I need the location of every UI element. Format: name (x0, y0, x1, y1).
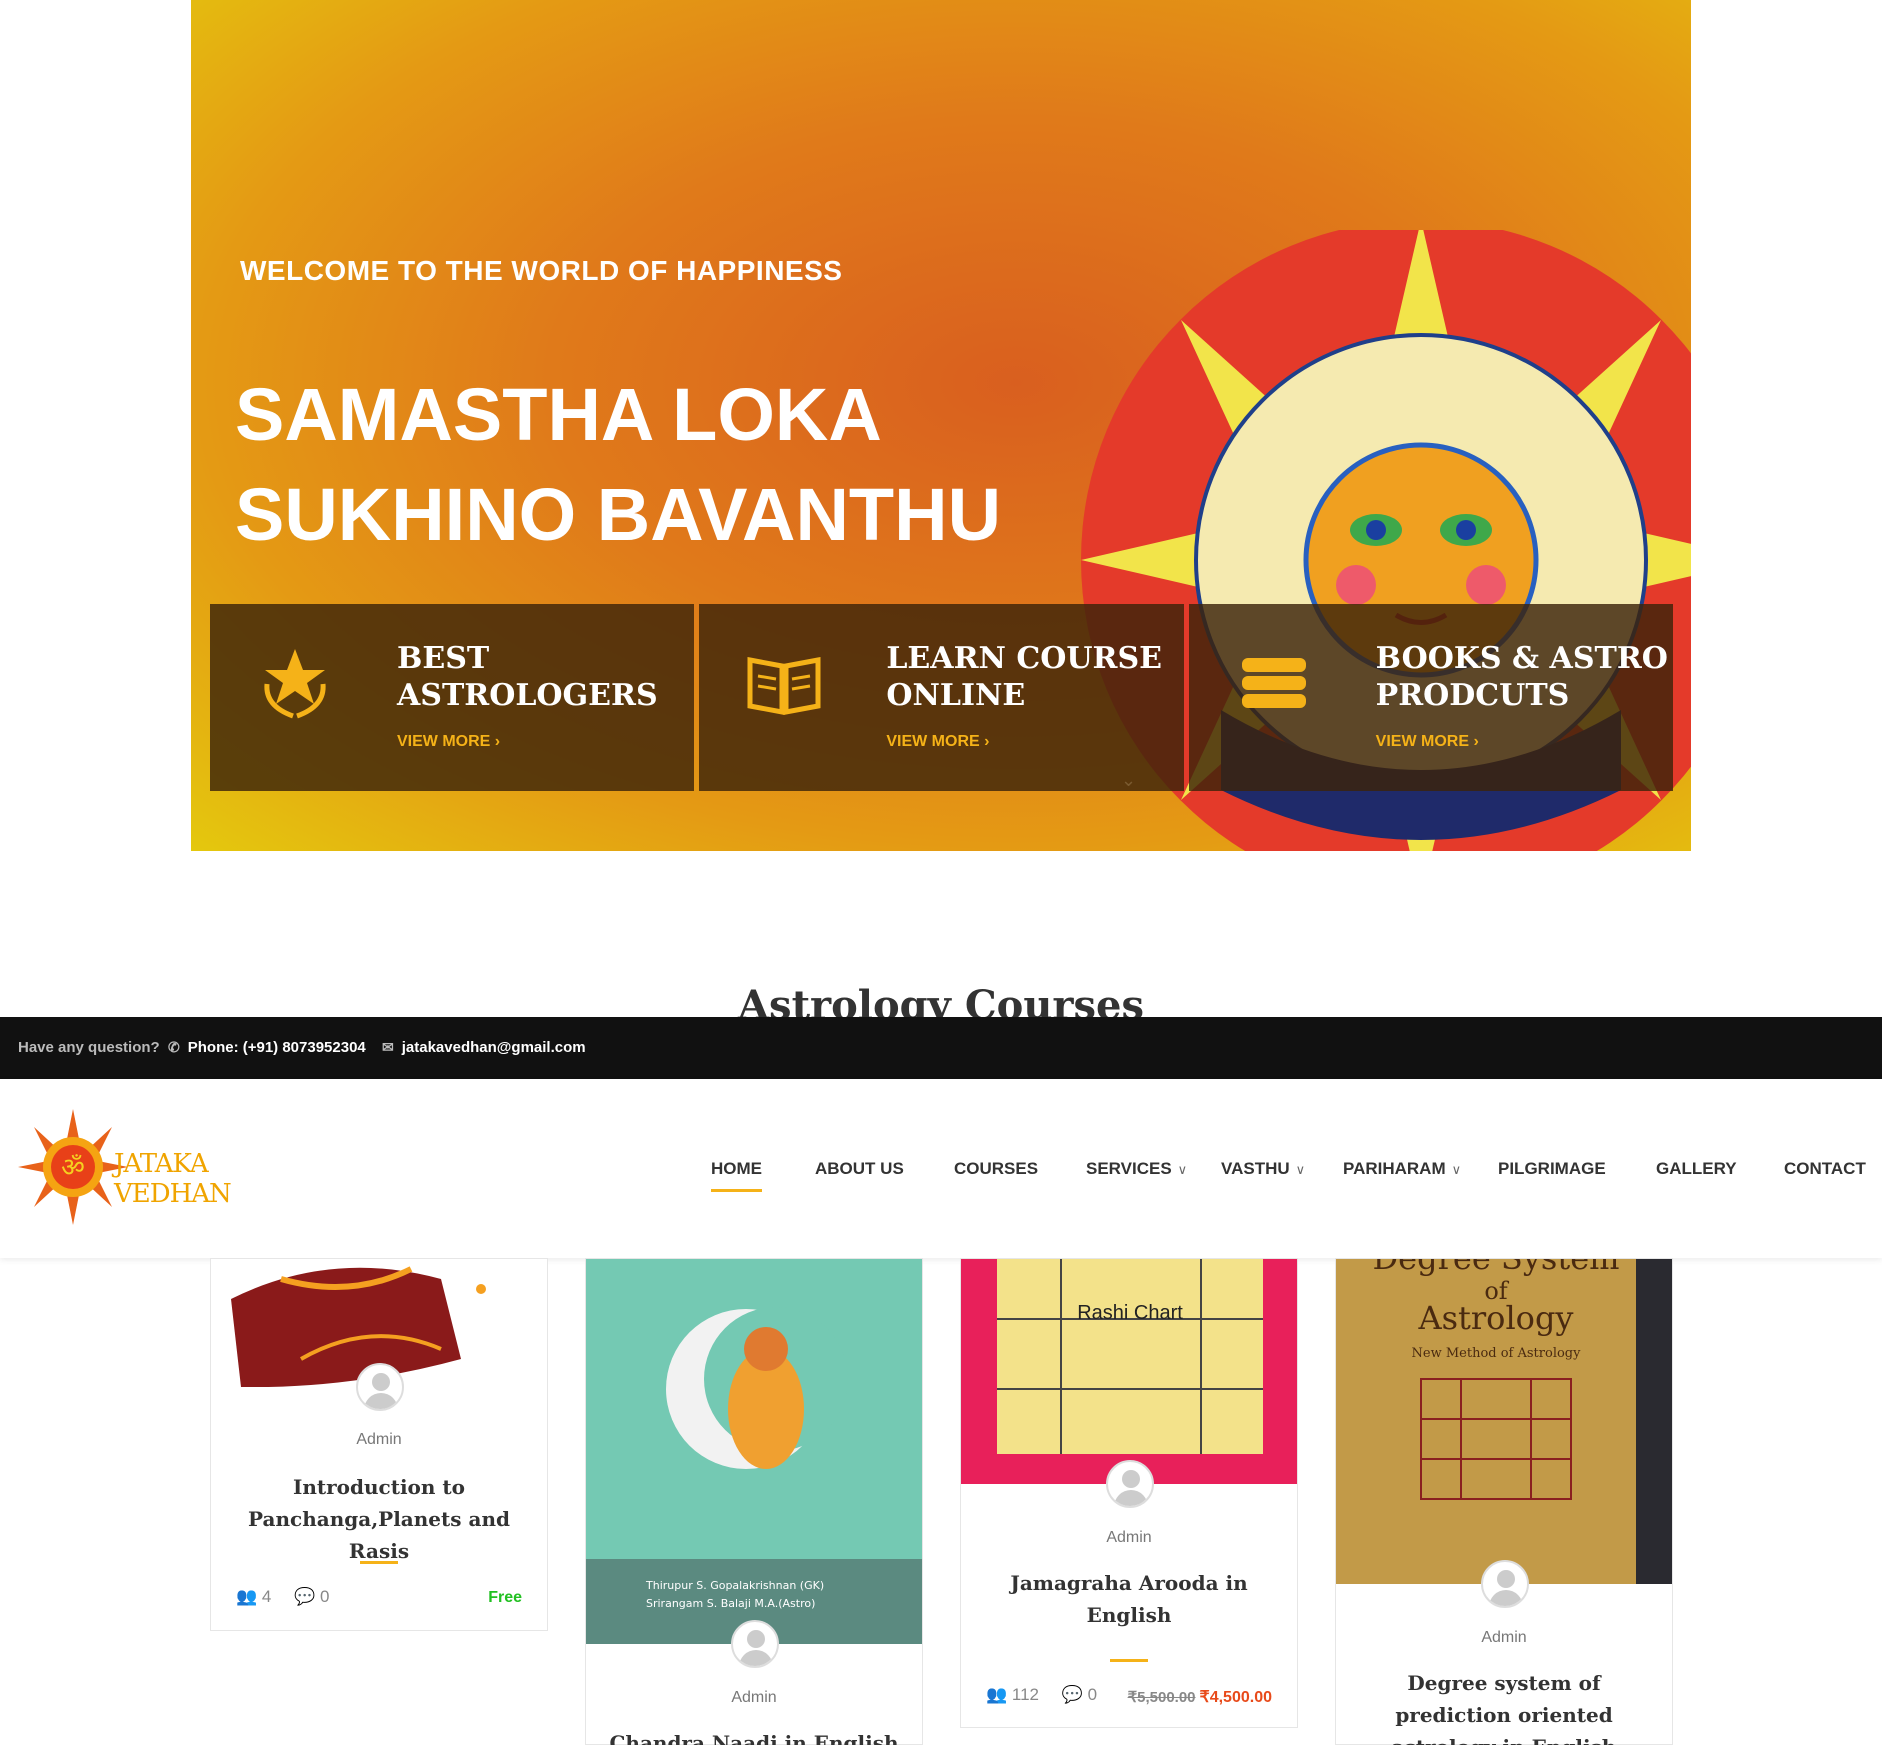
title-divider (360, 1561, 398, 1564)
comment-icon: 💬 (1061, 1685, 1083, 1704)
author-avatar (731, 1620, 779, 1668)
open-book-icon (747, 656, 821, 716)
feature-row: BEST ASTROLOGERS VIEW MORE › LEARN COURS… (210, 604, 1673, 791)
author-avatar (1106, 1460, 1154, 1508)
feature-title: BEST ASTROLOGERS (397, 641, 658, 713)
author-avatar (356, 1363, 404, 1411)
phone-link[interactable]: ✆ Phone: (+91) 8073952304 (168, 1039, 366, 1056)
chevron-down-icon: ∨ (1295, 1162, 1306, 1177)
course-thumbnail: Degree System of Astrology New Method of… (1336, 1259, 1672, 1584)
course-card[interactable]: Degree System of Astrology New Method of… (1335, 1258, 1673, 1745)
course-card[interactable]: Thirupur S. Gopalakrishnan (GK) Sriranga… (585, 1258, 923, 1745)
book-stack-icon (1241, 658, 1306, 708)
course-image[interactable]: Degree System of Astrology New Method of… (1336, 1259, 1672, 1584)
hero-banner: WELCOME TO THE WORLD OF HAPPINESS SAMAST… (191, 0, 1691, 851)
students-icon: 👥 (986, 1685, 1008, 1704)
view-more-link[interactable]: VIEW MORE › (397, 733, 500, 751)
nav-gallery[interactable]: GALLERY (1656, 1159, 1737, 1179)
course-image[interactable]: Thirupur S. Gopalakrishnan (GK) Sriranga… (586, 1259, 922, 1644)
feature-title: BOOKS & ASTRO PRODCUTS (1375, 641, 1668, 713)
course-image[interactable]: Rashi Chart (961, 1259, 1297, 1484)
nav-courses[interactable]: COURSES (954, 1159, 1038, 1179)
chevron-down-icon: ∨ (1451, 1162, 1462, 1177)
view-more-link[interactable]: VIEW MORE › (1376, 733, 1479, 751)
feature-best-astrologers[interactable]: BEST ASTROLOGERS VIEW MORE › (210, 604, 695, 791)
site-logo[interactable]: ॐ JATAKA VEDHAN (18, 1109, 268, 1225)
book-cover-subtitle: New Method of Astrology (1412, 1346, 1582, 1361)
book-cover-title: Degree System (1373, 1259, 1620, 1277)
course-title[interactable]: Chandra Naadi in English (606, 1727, 902, 1745)
feature-books-astro-products[interactable]: BOOKS & ASTRO PRODCUTS VIEW MORE › (1188, 604, 1673, 791)
nav-pilgrimage[interactable]: PILGRIMAGE (1498, 1159, 1606, 1179)
course-card[interactable]: Admin Introduction to Panchanga,Planets … (210, 1258, 548, 1631)
hero-title: SAMASTHA LOKA SUKHINO BAVANTHU (235, 373, 1002, 556)
chart-label: Rashi Chart (1077, 1302, 1183, 1324)
book-cover-title: Astrology (1417, 1299, 1573, 1337)
nav-home[interactable]: HOME (711, 1159, 762, 1192)
course-title[interactable]: Jamagraha Arooda in English (981, 1567, 1277, 1631)
author-avatar (1481, 1560, 1529, 1608)
nav-pariharam[interactable]: PARIHARAM ∨ (1343, 1159, 1461, 1179)
laurel-star-icon (264, 649, 326, 719)
nav-contact[interactable]: CONTACT (1784, 1159, 1866, 1179)
course-price: ₹5,500.00 ₹4,500.00 (1127, 1689, 1272, 1706)
course-thumbnail: Rashi Chart (961, 1259, 1297, 1484)
phone-icon: ✆ (168, 1039, 180, 1055)
course-author: Admin (1106, 1529, 1152, 1546)
chevron-right-icon: › (494, 733, 501, 750)
course-author: Admin (356, 1431, 402, 1448)
chevron-right-icon: › (1473, 733, 1479, 750)
course-thumbnail: Thirupur S. Gopalakrishnan (GK) Sriranga… (586, 1259, 922, 1644)
book-author-line: Srirangam S. Balaji M.A.(Astro) (646, 1597, 815, 1610)
hero-welcome-text: WELCOME TO THE WORLD OF HAPPINESS (240, 255, 843, 286)
top-contact-bar: Have any question? ✆ Phone: (+91) 8073952… (0, 1017, 1882, 1079)
course-author: Admin (1481, 1629, 1527, 1646)
site-header: ॐ JATAKA VEDHAN HOME ABOUT US COURSES SE… (0, 1079, 1882, 1258)
course-author: Admin (731, 1689, 777, 1706)
course-price: Free (488, 1589, 522, 1606)
students-icon: 👥 (236, 1587, 258, 1606)
envelope-icon: ✉ (382, 1039, 394, 1055)
title-divider (1110, 1659, 1148, 1662)
scroll-down-chevron-icon[interactable]: ⌄ (1121, 770, 1136, 791)
course-card[interactable]: Rashi Chart Admin Jamagraha Arooda in En… (960, 1258, 1298, 1728)
logo-text: JATAKA VEDHAN (114, 1149, 232, 1209)
book-author-line: Thirupur S. Gopalakrishnan (GK) (645, 1579, 824, 1592)
svg-text:ॐ: ॐ (61, 1153, 85, 1183)
nav-about-us[interactable]: ABOUT US (815, 1159, 904, 1179)
chevron-right-icon: › (984, 733, 990, 750)
email-link[interactable]: ✉ jatakavedhan@gmail.com (382, 1039, 586, 1056)
nav-vasthu[interactable]: VASTHU ∨ (1221, 1159, 1305, 1179)
course-title[interactable]: Introduction to Panchanga,Planets and Ra… (231, 1471, 527, 1567)
course-meta: 👥 4 💬 0 (236, 1587, 330, 1606)
question-text: Have any question? (18, 1039, 160, 1056)
comment-icon: 💬 (294, 1587, 316, 1606)
course-title[interactable]: Degree system of prediction oriented ast… (1356, 1667, 1652, 1745)
feature-title: LEARN COURSE ONLINE (886, 641, 1162, 713)
feature-learn-course-online[interactable]: LEARN COURSE ONLINE VIEW MORE › (699, 604, 1184, 791)
chevron-down-icon: ∨ (1177, 1162, 1188, 1177)
view-more-link[interactable]: VIEW MORE › (886, 733, 989, 751)
om-sun-logo-icon: ॐ (18, 1109, 128, 1225)
nav-services[interactable]: SERVICES ∨ (1086, 1159, 1187, 1179)
